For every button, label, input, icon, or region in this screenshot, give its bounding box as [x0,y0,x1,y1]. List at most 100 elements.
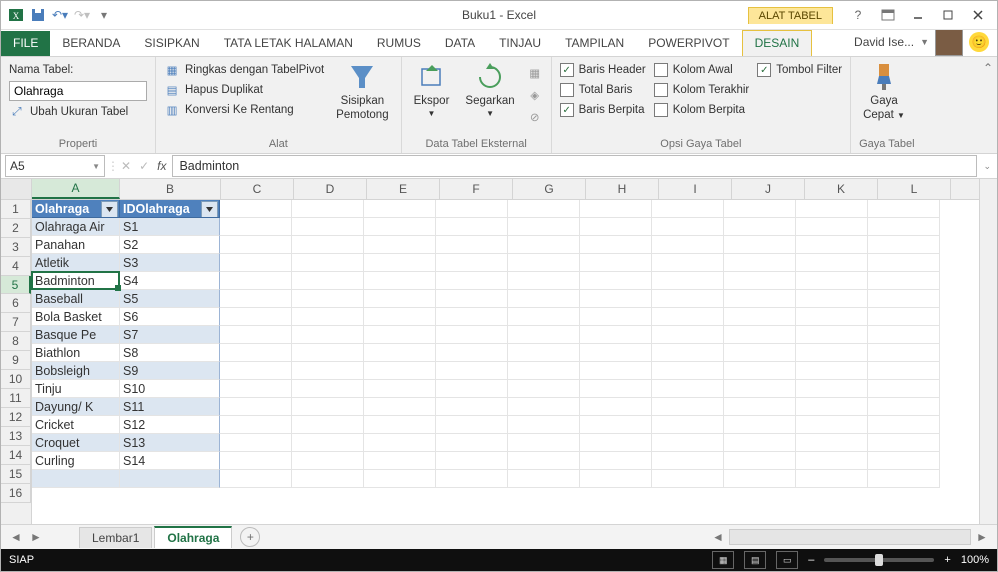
chk-kolom-terakhir[interactable]: Kolom Terakhir [654,81,750,99]
sheet-tab-lembar1[interactable]: Lembar1 [79,527,152,548]
new-sheet-button[interactable]: + [240,527,260,547]
cell-H7[interactable] [580,308,652,326]
cell-A1[interactable]: Olahraga [32,200,120,218]
cell-J15[interactable] [724,452,796,470]
cell-F2[interactable] [436,218,508,236]
cell-L10[interactable] [868,362,940,380]
cell-J16[interactable] [724,470,796,488]
cell-H12[interactable] [580,398,652,416]
row-header-14[interactable]: 14 [1,446,31,465]
cell-D12[interactable] [292,398,364,416]
cell-K1[interactable] [796,200,868,218]
cell-A14[interactable]: Croquet [32,434,120,452]
cell-G15[interactable] [508,452,580,470]
cell-A15[interactable]: Curling [32,452,120,470]
cell-H14[interactable] [580,434,652,452]
cell-E12[interactable] [364,398,436,416]
cell-L11[interactable] [868,380,940,398]
tab-sisipkan[interactable]: SISIPKAN [132,31,211,56]
hscroll-left-icon[interactable]: ◄ [709,528,727,546]
cell-E6[interactable] [364,290,436,308]
cell-G11[interactable] [508,380,580,398]
cell-C15[interactable] [220,452,292,470]
ribbon-display-icon[interactable] [875,5,901,25]
cell-D4[interactable] [292,254,364,272]
cell-B5[interactable]: S4 [120,272,220,290]
cell-A16[interactable] [32,470,120,488]
cell-I7[interactable] [652,308,724,326]
row-header-7[interactable]: 7 [1,313,31,332]
cell-L5[interactable] [868,272,940,290]
cell-F5[interactable] [436,272,508,290]
row-header-5[interactable]: 5 [1,276,31,294]
cell-G3[interactable] [508,236,580,254]
cell-J9[interactable] [724,344,796,362]
fx-icon[interactable]: fx [157,159,166,173]
help-icon[interactable]: ? [845,5,871,25]
cancel-icon[interactable]: ✕ [121,159,131,173]
cell-J2[interactable] [724,218,796,236]
cell-D8[interactable] [292,326,364,344]
cell-F11[interactable] [436,380,508,398]
insert-slicer-button[interactable]: Sisipkan Pemotong [332,61,392,121]
cell-B9[interactable]: S8 [120,344,220,362]
cell-K4[interactable] [796,254,868,272]
cell-E1[interactable] [364,200,436,218]
cell-G10[interactable] [508,362,580,380]
cell-K12[interactable] [796,398,868,416]
cell-L1[interactable] [868,200,940,218]
row-header-2[interactable]: 2 [1,219,31,238]
cell-F15[interactable] [436,452,508,470]
properties-icon[interactable]: ▦ [527,65,543,81]
cell-B2[interactable]: S1 [120,218,220,236]
cell-H16[interactable] [580,470,652,488]
cell-A3[interactable]: Panahan [32,236,120,254]
col-header-B[interactable]: B [120,179,221,199]
cell-I9[interactable] [652,344,724,362]
cell-F9[interactable] [436,344,508,362]
cell-I13[interactable] [652,416,724,434]
cell-I14[interactable] [652,434,724,452]
cell-C3[interactable] [220,236,292,254]
close-icon[interactable] [965,5,991,25]
export-button[interactable]: Ekspor▼ [410,61,454,118]
cell-J14[interactable] [724,434,796,452]
chk-kolom-berpita[interactable]: Kolom Berpita [654,101,750,119]
minimize-icon[interactable] [905,5,931,25]
chk-baris-header[interactable]: ✓Baris Header [560,61,646,79]
cell-A13[interactable]: Cricket [32,416,120,434]
quick-styles-button[interactable]: Gaya Cepat ▼ [859,61,909,121]
cell-B13[interactable]: S12 [120,416,220,434]
cell-L4[interactable] [868,254,940,272]
cell-I12[interactable] [652,398,724,416]
cell-C16[interactable] [220,470,292,488]
cell-H3[interactable] [580,236,652,254]
cell-G13[interactable] [508,416,580,434]
row-header-6[interactable]: 6 [1,294,31,313]
cell-E7[interactable] [364,308,436,326]
cell-C9[interactable] [220,344,292,362]
cell-G1[interactable] [508,200,580,218]
cell-H13[interactable] [580,416,652,434]
cell-E13[interactable] [364,416,436,434]
cell-F6[interactable] [436,290,508,308]
cell-D13[interactable] [292,416,364,434]
col-header-A[interactable]: A [32,179,120,199]
cell-G16[interactable] [508,470,580,488]
open-browser-icon[interactable]: ◈ [527,87,543,103]
cell-K7[interactable] [796,308,868,326]
cell-A4[interactable]: Atletik [32,254,120,272]
cell-D7[interactable] [292,308,364,326]
name-box[interactable]: A5▼ [5,155,105,177]
sheet-nav-prev-icon[interactable]: ◄ [7,528,25,546]
cell-I1[interactable] [652,200,724,218]
cell-B3[interactable]: S2 [120,236,220,254]
cell-K10[interactable] [796,362,868,380]
cell-L15[interactable] [868,452,940,470]
refresh-button[interactable]: Segarkan▼ [461,61,518,118]
cell-D9[interactable] [292,344,364,362]
cell-J8[interactable] [724,326,796,344]
cell-G7[interactable] [508,308,580,326]
cell-A6[interactable]: Baseball [32,290,120,308]
cell-J4[interactable] [724,254,796,272]
